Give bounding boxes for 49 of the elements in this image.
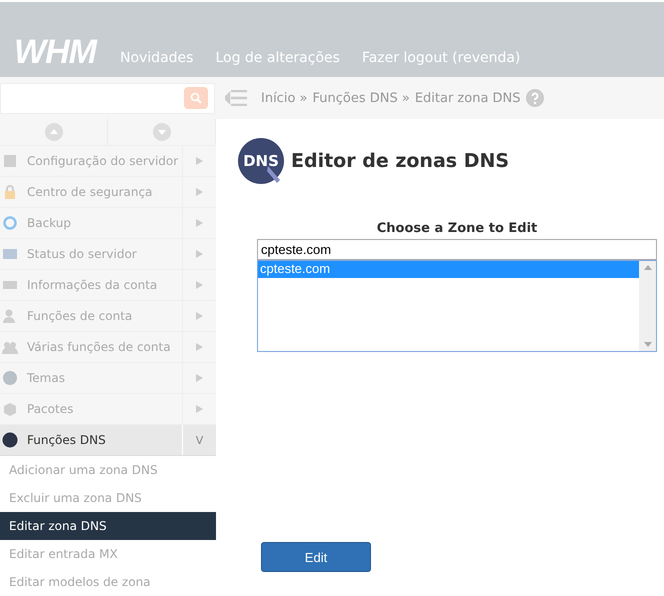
submenu-item[interactable]: Adicionar uma zona DNS <box>0 456 216 484</box>
expand-arrow-icon[interactable] <box>196 281 203 289</box>
sidebar-item[interactable]: Funções de conta <box>0 301 216 332</box>
submenu-item[interactable]: Editar zona DNS <box>0 512 216 540</box>
expand-arrow-icon[interactable] <box>196 343 203 351</box>
zone-filter-field[interactable]: cpteste.com <box>257 239 657 260</box>
submenu-item[interactable]: Editar modelos de zona <box>0 568 216 596</box>
submenu-item[interactable]: Editar entrada MX <box>0 540 216 568</box>
sidebar-item[interactable]: Backup <box>0 208 216 239</box>
scroll-down-icon[interactable] <box>644 342 652 347</box>
zone-option[interactable]: cpteste.com <box>258 261 639 278</box>
sidebar-item[interactable]: Pacotes <box>0 394 216 425</box>
search-button[interactable] <box>184 87 208 110</box>
lock-icon <box>2 184 18 200</box>
menu-collapse-icon[interactable] <box>225 90 247 106</box>
breadcrumb-link[interactable]: Funções DNS » <box>312 90 410 106</box>
search-field[interactable] <box>0 82 215 114</box>
breadcrumb-link[interactable]: Editar zona DNS <box>414 90 521 106</box>
globe-icon <box>2 370 18 386</box>
help-icon[interactable] <box>526 89 544 108</box>
backup-icon <box>2 215 18 231</box>
submenu-item[interactable]: Excluir uma zona DNS <box>0 484 216 512</box>
monitor-icon <box>2 246 18 262</box>
breadcrumb-link[interactable]: Início » <box>261 90 308 106</box>
expand-arrow-icon[interactable] <box>196 312 203 320</box>
scroll-up-icon[interactable] <box>644 265 652 270</box>
sidebar-item[interactable]: Várias funções de conta <box>0 332 216 363</box>
search-icon <box>190 92 202 104</box>
users-icon <box>2 339 18 355</box>
sidebar-item[interactable]: Configuração do servidor <box>0 146 216 177</box>
sidebar-item[interactable]: Centro de segurança <box>0 177 216 208</box>
scrollbar[interactable] <box>639 261 656 351</box>
expand-arrow-icon[interactable] <box>196 188 203 196</box>
edit-button[interactable]: Edit <box>261 542 371 572</box>
zone-label: Choose a Zone to Edit <box>376 221 538 236</box>
zone-listbox[interactable]: cpteste.com <box>257 260 657 352</box>
expand-arrow-icon[interactable] <box>196 405 203 413</box>
expand-arrow-icon[interactable] <box>196 157 203 165</box>
sidebar-item[interactable]: Informações da conta <box>0 270 216 301</box>
sidebar-item[interactable]: Funções DNS V <box>0 425 216 456</box>
dns-logo-icon: DNS <box>238 138 286 184</box>
expand-arrow-icon[interactable] <box>196 374 203 382</box>
sidebar-item[interactable]: Status do servidor <box>0 239 216 270</box>
user-icon <box>2 308 18 324</box>
page-title: Editor de zonas DNS <box>291 150 510 172</box>
collapse-toggle[interactable]: V <box>196 434 204 446</box>
expand-arrow-icon[interactable] <box>196 250 203 258</box>
sidebar-item[interactable]: Temas <box>0 363 216 394</box>
expand-arrow-icon[interactable] <box>196 219 203 227</box>
